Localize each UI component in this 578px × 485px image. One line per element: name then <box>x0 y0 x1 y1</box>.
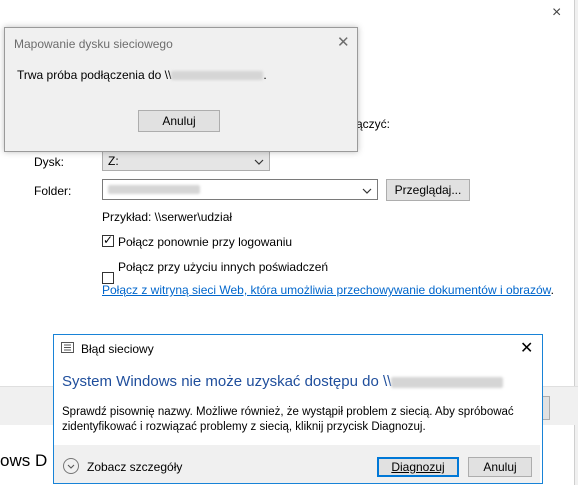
folder-value-redacted <box>108 185 200 194</box>
other-credentials-label: Połącz przy użyciu innych poświadczeń <box>118 260 329 274</box>
background-window-text: ows D <box>0 451 48 470</box>
error-heading: System Windows nie może uzyskać dostępu … <box>62 373 504 390</box>
mapping-message: Trwa próba podłączenia do \\. <box>17 68 267 82</box>
link-period: . <box>550 283 554 297</box>
website-link[interactable]: Połącz z witryną sieci Web, która umożli… <box>102 283 551 297</box>
drive-select[interactable]: Z: <box>102 151 270 171</box>
error-dialog-footer: Zobacz szczegóły Diagnozuj Anuluj <box>54 445 540 483</box>
server-name-redacted <box>391 376 504 388</box>
error-heading-text: System Windows nie może uzyskać dostępu … <box>62 373 392 390</box>
drive-value: Z: <box>108 154 119 168</box>
reconnect-label: Połącz ponownie przy logowaniu <box>118 235 293 249</box>
mapping-message-suffix: . <box>263 68 267 82</box>
details-toggle[interactable]: Zobacz szczegóły <box>87 460 182 474</box>
cancel-button[interactable]: Anuluj <box>138 110 220 132</box>
folder-label: Folder: <box>34 184 72 198</box>
mapping-dialog-title: Mapowanie dysku sieciowego <box>14 37 173 51</box>
diagnose-button-label: Diagnozuj <box>391 460 445 474</box>
close-icon[interactable]: ✕ <box>337 33 350 51</box>
window-icon <box>61 342 74 353</box>
drive-label: Dysk: <box>34 155 64 169</box>
server-name-redacted <box>171 71 264 81</box>
chevron-down-icon <box>254 154 264 168</box>
chevron-down-circle-icon[interactable] <box>63 458 79 474</box>
cancel-button[interactable]: Anuluj <box>468 457 532 477</box>
folder-combo[interactable] <box>102 179 378 200</box>
chevron-down-icon[interactable] <box>362 183 372 197</box>
browse-button[interactable]: Przeglądaj... <box>386 179 470 201</box>
error-dialog-title: Błąd sieciowy <box>81 342 154 356</box>
example-text: Przykład: \\serwer\udział <box>102 210 233 224</box>
diagnose-button[interactable]: Diagnozuj <box>377 457 459 477</box>
wizard-close-icon[interactable]: × <box>552 4 561 22</box>
connect-label-partial: ączyć: <box>356 117 391 131</box>
reconnect-checkbox[interactable] <box>102 233 114 247</box>
close-icon[interactable]: ✕ <box>520 338 533 358</box>
mapping-dialog: Mapowanie dysku sieciowego ✕ Trwa próba … <box>4 27 358 152</box>
mapping-message-text: Trwa próba podłączenia do \\ <box>17 68 172 82</box>
network-error-dialog: Błąd sieciowy ✕ System Windows nie może … <box>53 334 543 484</box>
error-body: Sprawdź pisownię nazwy. Możliwe również,… <box>62 406 514 433</box>
